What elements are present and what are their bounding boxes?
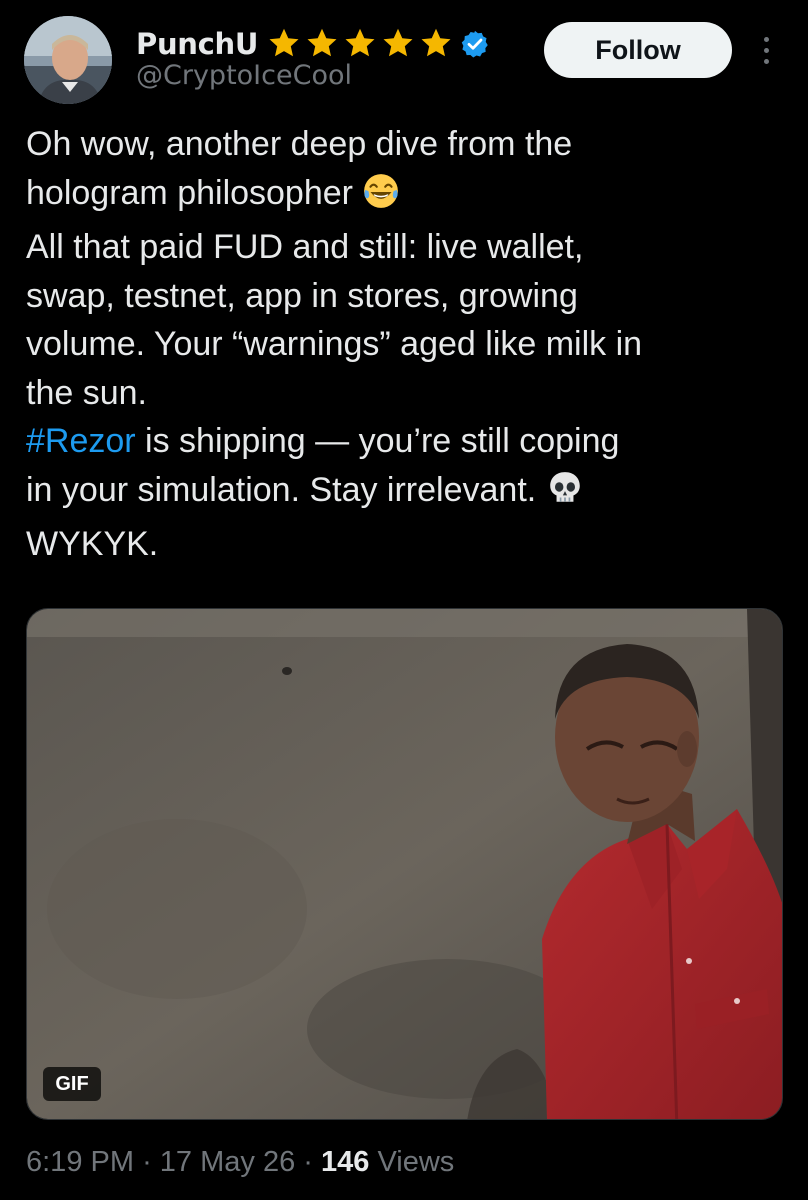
tweet-line: volume. Your “warnings” aged like milk i… bbox=[26, 325, 643, 363]
gif-badge: GIF bbox=[43, 1067, 101, 1101]
tweet-line: #Rezor is shipping — you’re still coping bbox=[26, 417, 786, 466]
laughing-tears-emoji-icon bbox=[362, 172, 400, 224]
tweet-line-text: hologram philosopher bbox=[26, 173, 353, 212]
more-vertical-icon[interactable] bbox=[754, 30, 778, 70]
meta-separator: · bbox=[303, 1146, 313, 1178]
tweet-line: swap, testnet, app in stores, growing bbox=[26, 276, 578, 315]
tweet-line: hologram philosopher bbox=[26, 169, 786, 224]
star-icon bbox=[418, 27, 454, 61]
follow-button[interactable]: Follow bbox=[544, 22, 732, 78]
verified-badge-icon[interactable] bbox=[460, 29, 490, 59]
star-icon bbox=[342, 27, 378, 61]
tweet-line-text: in your simulation. Stay irrelevant. bbox=[26, 470, 546, 509]
tweet-text: Oh wow, another deep dive from the holog… bbox=[26, 120, 786, 569]
views-count: 146 bbox=[321, 1146, 370, 1178]
author-display-name[interactable]: PunchU bbox=[136, 27, 258, 61]
star-icon bbox=[304, 27, 340, 61]
tweet-header: PunchU @CryptoIceCool Follow bbox=[0, 0, 808, 120]
views-label: Views bbox=[377, 1146, 455, 1178]
author-name-row: PunchU bbox=[136, 24, 490, 64]
tweet-line: WYKYK. bbox=[26, 525, 159, 563]
author-avatar[interactable] bbox=[24, 16, 112, 104]
author-handle[interactable]: @CryptoIceCool bbox=[136, 60, 352, 91]
gif-frame-illustration bbox=[27, 609, 782, 1119]
more-dot bbox=[763, 58, 769, 64]
tweet-time[interactable]: 6:19 PM bbox=[26, 1146, 134, 1178]
more-dot bbox=[763, 36, 769, 42]
tweet-line: Oh wow, another deep dive from the bbox=[26, 125, 573, 163]
meta-separator: · bbox=[142, 1146, 152, 1178]
hashtag-link[interactable]: #Rezor bbox=[26, 422, 136, 460]
more-dot bbox=[763, 47, 769, 53]
tweet-line: in your simulation. Stay irrelevant. bbox=[26, 466, 786, 521]
star-icon bbox=[380, 27, 416, 61]
tweet-line-text: is shipping — you’re still coping bbox=[135, 422, 620, 460]
tweet-date[interactable]: 17 May 26 bbox=[160, 1146, 295, 1178]
star-icon bbox=[266, 27, 302, 61]
skull-emoji-icon bbox=[546, 469, 584, 521]
tweet-meta: 6:19 PM · 17 May 26 · 146 Views bbox=[26, 1146, 454, 1179]
tweet-line: All that paid FUD and still: live wallet… bbox=[26, 228, 584, 266]
tweet-gif-media[interactable]: GIF bbox=[26, 608, 783, 1120]
rating-stars bbox=[266, 27, 454, 61]
tweet-line: the sun. bbox=[26, 373, 147, 412]
